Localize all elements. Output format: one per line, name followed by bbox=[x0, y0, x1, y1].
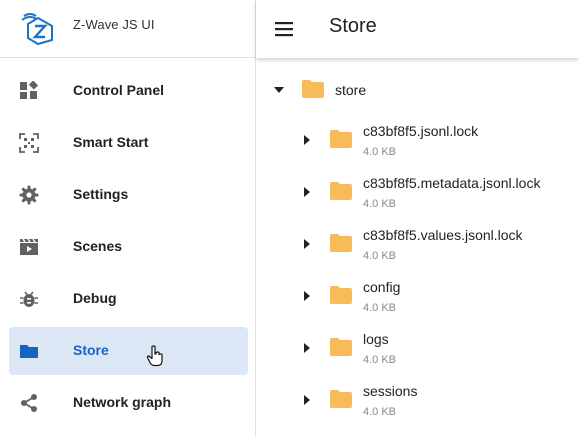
tree-node[interactable]: c83bf8f5.jsonl.lock 4.0 KB bbox=[257, 116, 579, 168]
tree-node-size: 4.0 KB bbox=[363, 146, 397, 158]
sidebar-item-smart-start[interactable]: Smart Start bbox=[9, 119, 248, 167]
caret-right-icon[interactable] bbox=[301, 394, 313, 406]
folder-icon bbox=[330, 338, 352, 356]
tree-node-root[interactable]: store bbox=[257, 64, 579, 116]
top-app-bar: Store bbox=[256, 0, 579, 58]
sidebar-item-label: Network graph bbox=[73, 394, 172, 410]
tree-node-size: 4.0 KB bbox=[363, 250, 397, 262]
caret-right-icon[interactable] bbox=[301, 342, 313, 354]
tree-node[interactable]: c83bf8f5.metadata.jsonl.lock 4.0 KB bbox=[257, 168, 579, 220]
caret-right-icon[interactable] bbox=[301, 186, 313, 198]
tree-node-size: 4.0 KB bbox=[363, 406, 397, 418]
tree-node-size: 4.0 KB bbox=[363, 302, 397, 314]
tree-node[interactable]: config 4.0 KB bbox=[257, 272, 579, 324]
folder-icon bbox=[20, 345, 38, 358]
brand-header: Z-Wave JS UI bbox=[0, 0, 256, 58]
sidebar-item-debug[interactable]: Debug bbox=[9, 275, 248, 323]
folder-icon bbox=[330, 182, 352, 200]
sidebar-item-control-panel[interactable]: Control Panel bbox=[9, 67, 248, 115]
caret-right-icon[interactable] bbox=[301, 238, 313, 250]
gear-icon bbox=[19, 185, 39, 205]
sidebar-item-label: Store bbox=[73, 342, 109, 358]
movie-clapper-icon bbox=[20, 238, 38, 255]
tree-node-size: 4.0 KB bbox=[363, 354, 397, 366]
app-window: Z-Wave JS UI Control Panel Smart Start S… bbox=[0, 0, 579, 437]
caret-down-icon[interactable] bbox=[273, 84, 285, 96]
sidebar-item-store[interactable]: Store bbox=[9, 327, 248, 375]
tree-node-name: config bbox=[363, 279, 401, 295]
store-tree: store c83bf8f5.jsonl.lock 4.0 KB c83bf8f… bbox=[257, 58, 579, 437]
tree-node-name: c83bf8f5.values.jsonl.lock bbox=[363, 227, 523, 243]
page-title: Store bbox=[329, 15, 377, 37]
sidebar-item-label: Scenes bbox=[73, 238, 123, 254]
tree-node-name: c83bf8f5.metadata.jsonl.lock bbox=[363, 175, 541, 191]
sidebar-item-scenes[interactable]: Scenes bbox=[9, 223, 248, 271]
tree-node-name: c83bf8f5.jsonl.lock bbox=[363, 123, 479, 139]
qr-code-icon bbox=[19, 133, 39, 153]
folder-icon bbox=[330, 130, 352, 148]
tree-node-name: logs bbox=[363, 331, 389, 347]
tree-node-size: 4.0 KB bbox=[363, 198, 397, 210]
caret-right-icon[interactable] bbox=[301, 134, 313, 146]
sidebar-item-settings[interactable]: Settings bbox=[9, 171, 248, 219]
sidebar-item-label: Control Panel bbox=[73, 82, 165, 98]
tree-node-name: store bbox=[335, 82, 367, 98]
hamburger-menu-icon[interactable] bbox=[272, 17, 296, 41]
folder-icon bbox=[302, 80, 324, 98]
folder-icon bbox=[330, 286, 352, 304]
share-icon bbox=[21, 394, 37, 412]
tree-node[interactable]: c83bf8f5.values.jsonl.lock 4.0 KB bbox=[257, 220, 579, 272]
app-title: Z-Wave JS UI bbox=[73, 17, 155, 32]
caret-right-icon[interactable] bbox=[301, 290, 313, 302]
hand-pointer-cursor-icon bbox=[146, 345, 163, 367]
bug-icon bbox=[20, 291, 38, 307]
tree-node[interactable]: logs 4.0 KB bbox=[257, 324, 579, 376]
sidebar-item-label: Settings bbox=[73, 186, 129, 202]
zwave-logo-icon bbox=[21, 13, 53, 46]
folder-icon bbox=[330, 390, 352, 408]
tree-node[interactable]: sessions 4.0 KB bbox=[257, 376, 579, 428]
sidebar: Z-Wave JS UI Control Panel Smart Start S… bbox=[0, 0, 256, 437]
sidebar-item-label: Smart Start bbox=[73, 134, 149, 150]
folder-icon bbox=[330, 234, 352, 252]
sidebar-item-network-graph[interactable]: Network graph bbox=[9, 379, 248, 427]
sidebar-item-label: Debug bbox=[73, 290, 117, 306]
tree-node-name: sessions bbox=[363, 383, 418, 399]
dashboard-icon bbox=[20, 81, 39, 99]
